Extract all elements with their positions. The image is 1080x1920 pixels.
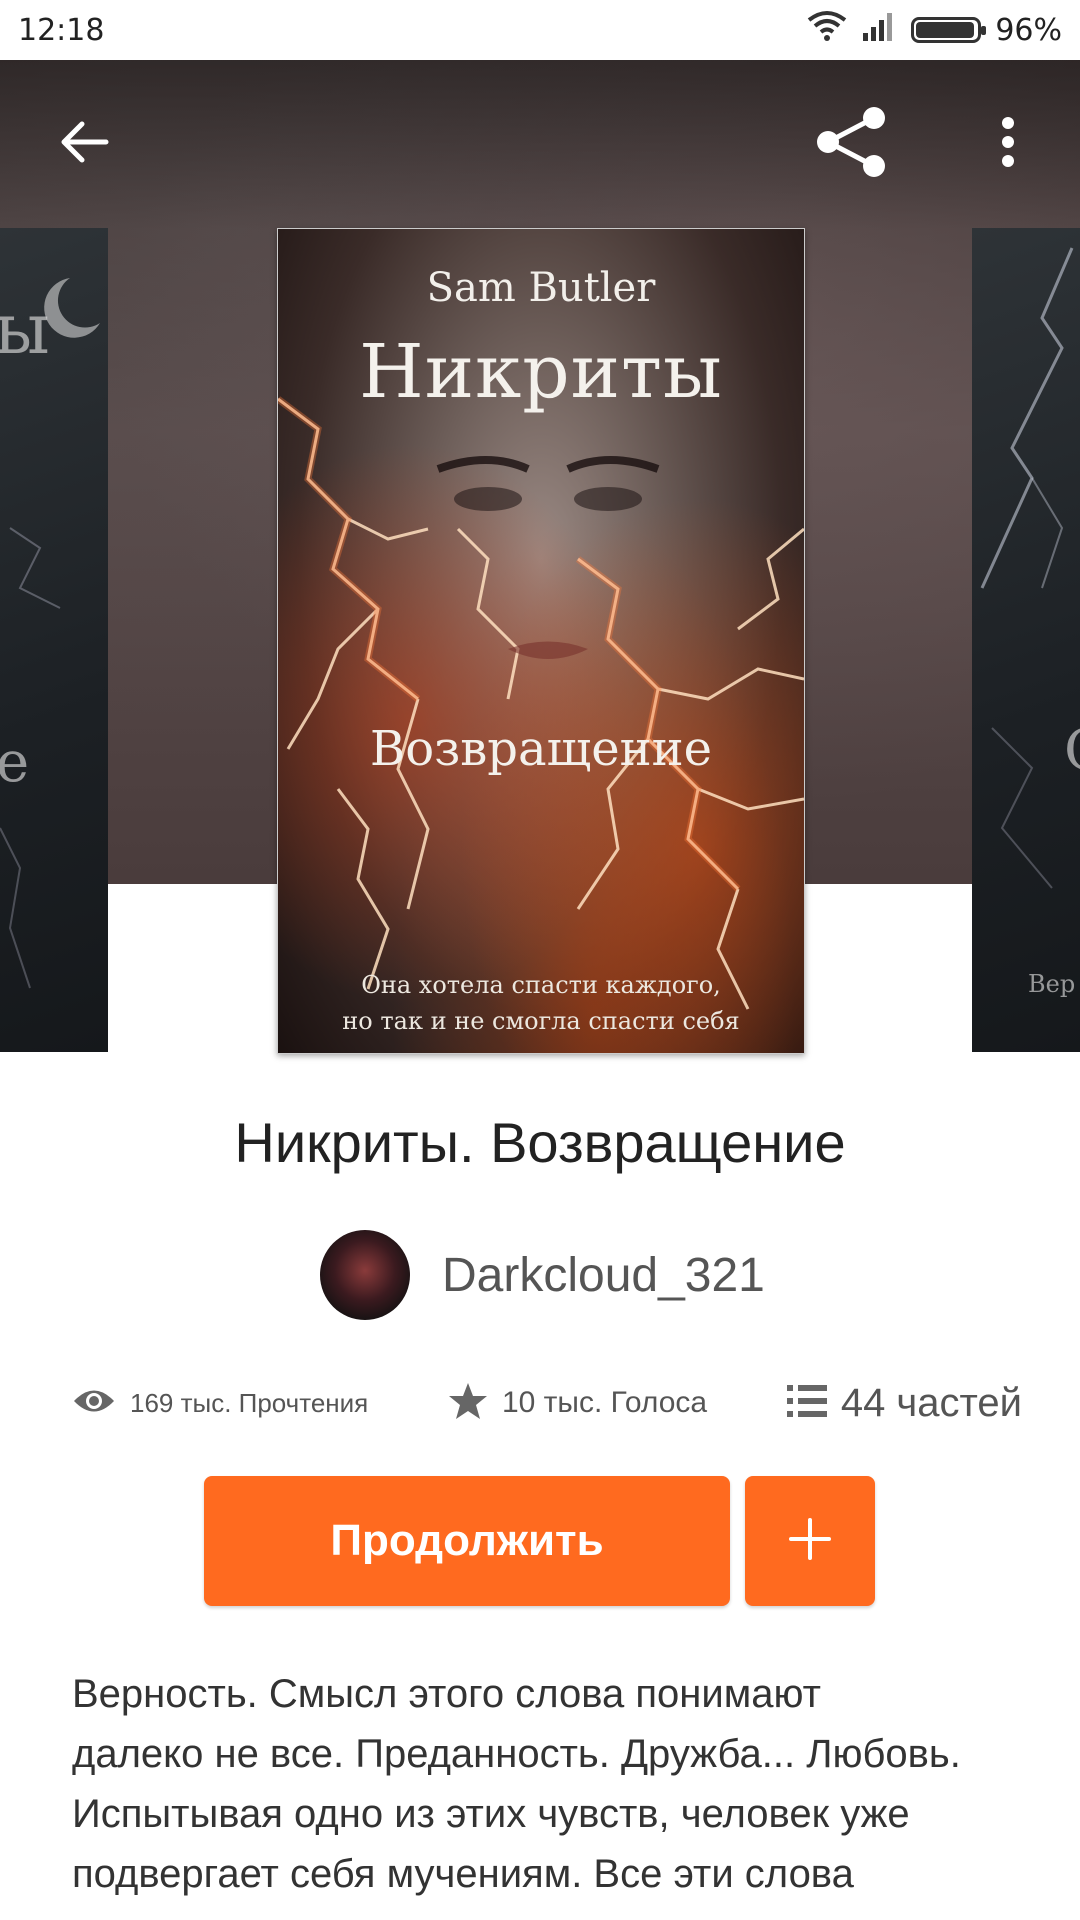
battery-level bbox=[916, 22, 974, 38]
book-title: Никриты. Возвращение bbox=[234, 1111, 846, 1174]
add-to-library-button[interactable] bbox=[745, 1476, 875, 1606]
reads-count: 169 тыс. Прочтения bbox=[130, 1387, 369, 1418]
signal-icon bbox=[861, 11, 897, 49]
left-cover-subtitle-fragment: e bbox=[0, 730, 30, 795]
right-cover-tagline-fragment: Вер bbox=[1028, 970, 1076, 998]
right-cover-title-fragment: С bbox=[1064, 718, 1080, 783]
description-line: Верность. Смысл этого слова понимают bbox=[72, 1672, 821, 1716]
previous-book-cover[interactable]: ы e bbox=[0, 228, 108, 1052]
cover-author: Sam Butler bbox=[426, 265, 656, 311]
share-icon bbox=[814, 104, 890, 185]
reads-stat: 169 тыс. Прочтения bbox=[72, 1386, 368, 1421]
more-vertical-icon bbox=[1000, 115, 1016, 174]
eye-icon bbox=[72, 1386, 116, 1421]
next-book-cover[interactable]: С Вер bbox=[972, 228, 1080, 1052]
author-link[interactable]: Darkcloud_321 bbox=[320, 1230, 765, 1320]
arrow-left-icon bbox=[58, 116, 110, 173]
star-icon bbox=[448, 1381, 488, 1426]
list-icon bbox=[786, 1383, 827, 1424]
back-button[interactable] bbox=[36, 96, 132, 192]
cover-tagline-line2: но так и не смогла спасти себя bbox=[342, 1007, 740, 1035]
author-name[interactable]: Darkcloud_321 bbox=[442, 1248, 765, 1303]
status-time: 12:18 bbox=[18, 12, 105, 48]
left-cover-title-fragment: ы bbox=[0, 288, 50, 370]
status-icons: 96% bbox=[807, 10, 1062, 50]
book-description: Верность. Смысл этого слова понимают дал… bbox=[72, 1664, 1022, 1904]
share-button[interactable] bbox=[804, 96, 900, 192]
plus-icon bbox=[787, 1516, 833, 1567]
wifi-icon bbox=[807, 10, 847, 50]
parts-count[interactable]: 44 частей bbox=[841, 1381, 1022, 1426]
description-line: Испытывая одно из этих чувств, человек у… bbox=[72, 1792, 910, 1836]
top-app-bar bbox=[0, 60, 1080, 230]
description-line: подвергает себя мучениям. Все эти слова bbox=[72, 1852, 854, 1896]
book-cover[interactable]: Sam Butler Никриты Возвращение Она хотел… bbox=[277, 228, 805, 1054]
author-avatar[interactable] bbox=[320, 1230, 410, 1320]
book-stats: 169 тыс. Прочтения 10 тыс. Голоса 44 час… bbox=[72, 1375, 1022, 1431]
battery-icon bbox=[911, 17, 987, 43]
cover-title: Никриты bbox=[359, 329, 723, 415]
cover-subtitle: Возвращение bbox=[369, 721, 713, 777]
description-line: далеко не все. Преданность. Дружба... Лю… bbox=[72, 1732, 961, 1776]
continue-reading-button[interactable]: Продолжить bbox=[204, 1476, 730, 1606]
more-options-button[interactable] bbox=[960, 96, 1056, 192]
battery-percent: 96% bbox=[995, 12, 1062, 48]
parts-stat[interactable]: 44 частей bbox=[786, 1381, 1022, 1426]
cover-tagline-line1: Она хотела спасти каждого, bbox=[361, 971, 721, 999]
cover-tagline: Она хотела спасти каждого, но так и не с… bbox=[298, 967, 784, 1039]
votes-count: 10 тыс. Голоса bbox=[501, 1386, 708, 1419]
status-bar: 12:18 96% bbox=[0, 0, 1080, 60]
votes-stat: 10 тыс. Голоса bbox=[448, 1381, 707, 1426]
